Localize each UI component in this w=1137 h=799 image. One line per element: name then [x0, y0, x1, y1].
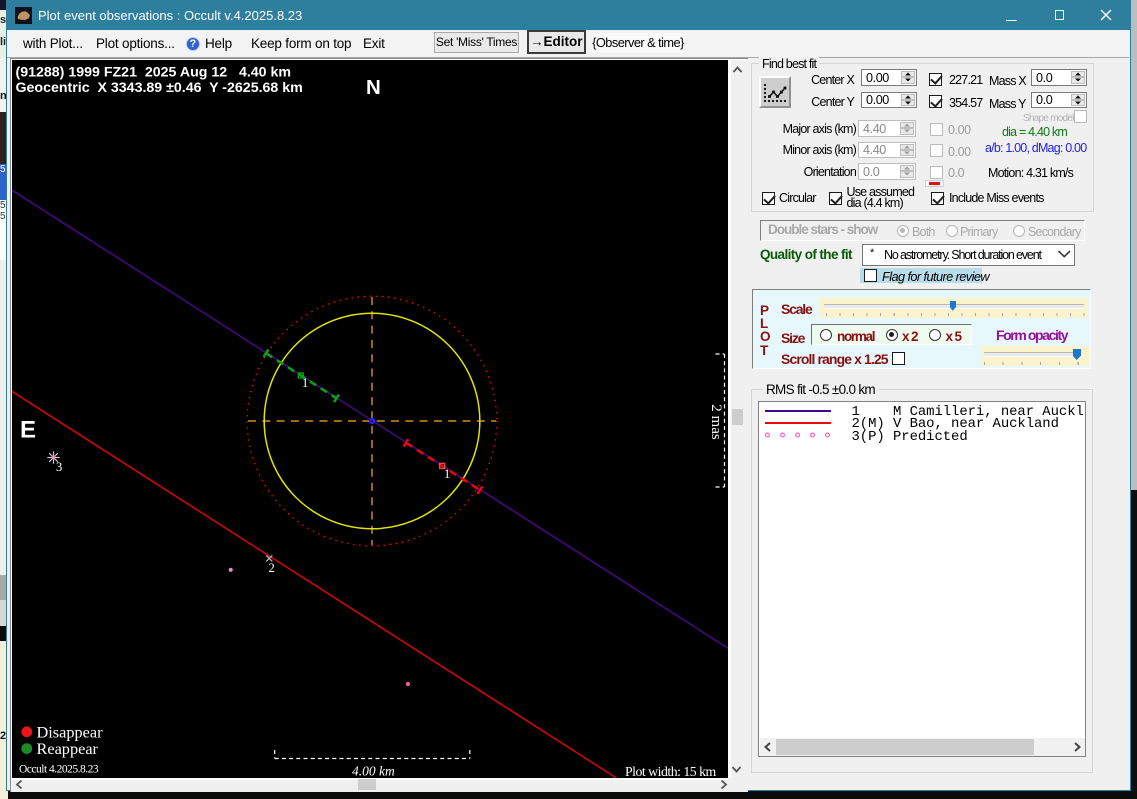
svg-text:Occult 4.2025.8.23: Occult 4.2025.8.23: [19, 763, 99, 775]
svg-text:(91288) 1999 FZ21 2025 Aug 12: (91288) 1999 FZ21 2025 Aug 12 4.40 km: [16, 64, 292, 80]
svg-text:Reappear: Reappear: [37, 739, 99, 758]
svg-text:4.00 km: 4.00 km: [352, 764, 395, 779]
svg-text:3: 3: [56, 460, 62, 474]
svg-text:N: N: [366, 76, 381, 99]
svg-text:Geocentric X 3343.89 ±0.46 Y: Geocentric X 3343.89 ±0.46 Y -2625.68 km: [16, 80, 303, 96]
svg-text:2 mas: 2 mas: [708, 404, 724, 440]
svg-text:Plot width: 15 km: Plot width: 15 km: [625, 764, 717, 778]
svg-text:E: E: [20, 417, 36, 444]
svg-text:1: 1: [302, 376, 308, 390]
svg-text:2: 2: [269, 561, 275, 575]
svg-text:1: 1: [444, 467, 450, 481]
